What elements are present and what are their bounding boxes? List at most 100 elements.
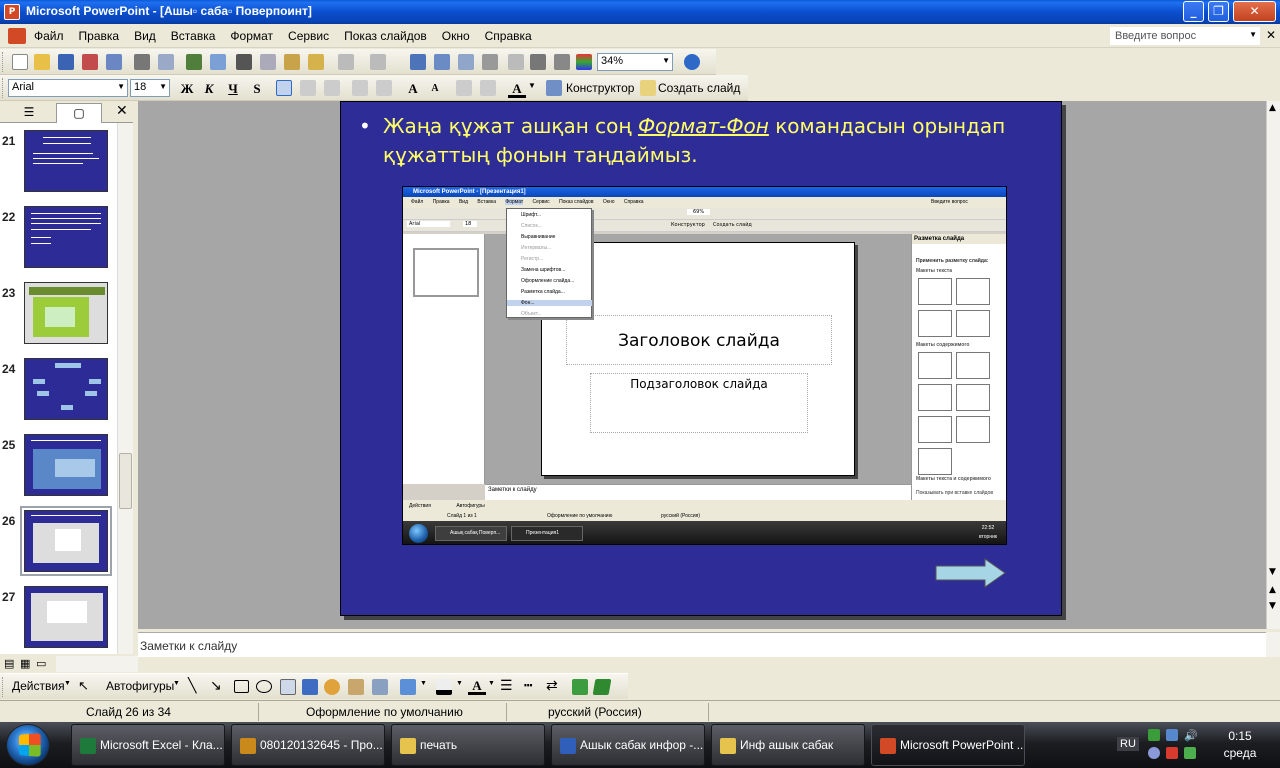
normal-view-icon[interactable]: ▤ bbox=[4, 657, 14, 670]
menu-format[interactable]: Формат bbox=[230, 29, 273, 43]
network-icon[interactable] bbox=[1148, 729, 1160, 741]
font-color-icon[interactable]: A bbox=[508, 80, 526, 98]
slide-thumbnail-row[interactable]: 25 bbox=[0, 434, 117, 500]
numbering-icon[interactable] bbox=[352, 80, 368, 96]
horizontal-scrollbar[interactable] bbox=[56, 656, 138, 672]
slide-thumbnail[interactable] bbox=[24, 130, 108, 192]
taskbar-item[interactable]: Microsoft Excel - Кла... bbox=[71, 724, 225, 766]
help-icon[interactable] bbox=[684, 54, 700, 70]
tab-outline[interactable]: ☰ bbox=[6, 103, 52, 123]
slide-thumbnail-row[interactable]: 26 bbox=[0, 506, 117, 576]
toolbar-grip[interactable] bbox=[2, 78, 5, 98]
3d-style-icon[interactable] bbox=[592, 679, 612, 695]
permission-icon[interactable] bbox=[82, 54, 98, 70]
fill-color-icon[interactable] bbox=[400, 679, 416, 695]
menu-window[interactable]: Окно bbox=[442, 29, 470, 43]
slide-thumbnail[interactable] bbox=[24, 282, 108, 344]
draw-actions-button[interactable]: Действия bbox=[12, 679, 65, 693]
oval-icon[interactable] bbox=[256, 680, 272, 693]
chevron-down-icon[interactable]: ▼ bbox=[528, 81, 536, 90]
language-indicator[interactable]: RU bbox=[1117, 737, 1139, 751]
autoshapes-button[interactable]: Автофигуры bbox=[106, 679, 174, 693]
slideshow-icon[interactable]: ▭ bbox=[36, 657, 46, 670]
bold-button[interactable]: Ж bbox=[178, 80, 196, 98]
arrow-icon[interactable]: ↘ bbox=[210, 677, 222, 694]
wordart-icon[interactable] bbox=[302, 679, 318, 695]
font-size-select[interactable]: 18 ▼ bbox=[130, 79, 170, 97]
slide-thumbnail-row[interactable]: 24 bbox=[0, 358, 117, 424]
increase-indent-icon[interactable] bbox=[480, 80, 496, 96]
new-icon[interactable] bbox=[12, 54, 28, 70]
redo-icon[interactable] bbox=[370, 54, 386, 70]
taskbar-item-active[interactable]: Microsoft PowerPoint ... bbox=[871, 724, 1025, 766]
new-slide-icon[interactable] bbox=[640, 80, 656, 96]
tab-slides[interactable]: ▢ bbox=[56, 103, 102, 123]
line-color-icon[interactable] bbox=[436, 679, 452, 695]
italic-button[interactable]: К bbox=[200, 80, 218, 98]
scroll-down-icon[interactable]: ▼ bbox=[1269, 567, 1276, 577]
grid-icon[interactable] bbox=[554, 54, 570, 70]
antivirus-icon[interactable] bbox=[1166, 747, 1178, 759]
picture-icon[interactable] bbox=[372, 679, 388, 695]
shadow-style-icon[interactable] bbox=[572, 679, 588, 695]
show-formatting-icon[interactable] bbox=[530, 54, 546, 70]
bullets-icon[interactable] bbox=[376, 80, 392, 96]
select-objects-icon[interactable]: ↖ bbox=[78, 678, 89, 694]
align-center-icon[interactable] bbox=[300, 80, 316, 96]
monitor-icon[interactable] bbox=[1166, 729, 1178, 741]
taskbar-item[interactable]: Ашык сабак инфор -... bbox=[551, 724, 705, 766]
underline-button[interactable]: Ч bbox=[224, 80, 242, 98]
menu-edit[interactable]: Правка bbox=[79, 29, 120, 43]
decrease-font-icon[interactable]: A bbox=[426, 80, 444, 98]
slide-thumbnail[interactable] bbox=[24, 586, 108, 648]
scroll-up-icon[interactable]: ▲ bbox=[1269, 103, 1276, 113]
toolbar-grip[interactable] bbox=[2, 52, 5, 72]
slide-thumbnail[interactable] bbox=[24, 434, 108, 496]
powerpoint-icon[interactable]: P bbox=[4, 4, 20, 20]
slide-thumbnail[interactable] bbox=[24, 206, 108, 268]
spelling-icon[interactable] bbox=[186, 54, 202, 70]
print-icon[interactable] bbox=[134, 54, 150, 70]
design-button[interactable]: Конструктор bbox=[566, 81, 634, 95]
font-color-draw-icon[interactable]: A bbox=[468, 677, 486, 695]
menu-file[interactable]: Файл bbox=[34, 29, 64, 43]
notes-pane[interactable]: Заметки к слайду bbox=[138, 632, 1266, 657]
volume-icon[interactable]: 🔊 bbox=[1184, 729, 1198, 742]
menu-help[interactable]: Справка bbox=[485, 29, 532, 43]
slide-scrollbar[interactable]: ▲ ▼ ▲ ▼ bbox=[1266, 101, 1280, 629]
embedded-screenshot[interactable]: Microsoft PowerPoint - [Презентация1] Фа… bbox=[402, 186, 1007, 545]
paste-icon[interactable] bbox=[284, 54, 300, 70]
format-painter-icon[interactable] bbox=[308, 54, 324, 70]
chevron-down-icon[interactable]: ▼ bbox=[420, 680, 427, 687]
slide-thumbnail-selected[interactable] bbox=[20, 506, 112, 576]
document-close-button[interactable]: ✕ bbox=[1266, 28, 1276, 42]
start-button[interactable] bbox=[6, 724, 50, 766]
clock[interactable]: 0:15 среда bbox=[1222, 728, 1258, 762]
email-icon[interactable] bbox=[106, 54, 122, 70]
taskbar-item[interactable]: 080120132645 - Про... bbox=[231, 724, 385, 766]
menu-view[interactable]: Вид bbox=[134, 29, 156, 43]
increase-font-icon[interactable]: A bbox=[404, 80, 422, 98]
dash-style-icon[interactable]: ┅ bbox=[524, 677, 532, 694]
slide-thumbnail-row[interactable]: 21 bbox=[0, 130, 117, 196]
next-arrow-button[interactable] bbox=[935, 558, 1007, 591]
taskbar-item[interactable]: Инф ашык сабак bbox=[711, 724, 865, 766]
slide-bullet-text[interactable]: • Жаңа құжат ашқан соң Формат-Фон команд… bbox=[359, 112, 1023, 170]
design-icon[interactable] bbox=[546, 80, 562, 96]
chart-icon[interactable] bbox=[410, 54, 426, 70]
expand-all-icon[interactable] bbox=[508, 54, 524, 70]
new-slide-button[interactable]: Создать слайд bbox=[658, 81, 740, 95]
cut-icon[interactable] bbox=[236, 54, 252, 70]
line-icon[interactable]: ╲ bbox=[188, 677, 196, 694]
slides-scrollbar[interactable] bbox=[117, 123, 133, 654]
notes-scrollbar[interactable] bbox=[1266, 632, 1280, 657]
color-grayscale-icon[interactable] bbox=[576, 54, 592, 70]
current-slide[interactable]: • Жаңа құжат ашқан соң Формат-Фон команд… bbox=[340, 101, 1062, 616]
menu-tools[interactable]: Сервис bbox=[288, 29, 329, 43]
textbox-icon[interactable] bbox=[280, 679, 296, 695]
menu-slideshow[interactable]: Показ слайдов bbox=[344, 29, 427, 43]
chevron-down-icon[interactable]: ▼ bbox=[456, 680, 463, 687]
next-slide-icon[interactable]: ▼ bbox=[1269, 601, 1276, 611]
ask-question-input[interactable]: Введите вопрос ▼ bbox=[1110, 27, 1260, 45]
slide-sorter-icon[interactable]: ▦ bbox=[20, 657, 30, 670]
